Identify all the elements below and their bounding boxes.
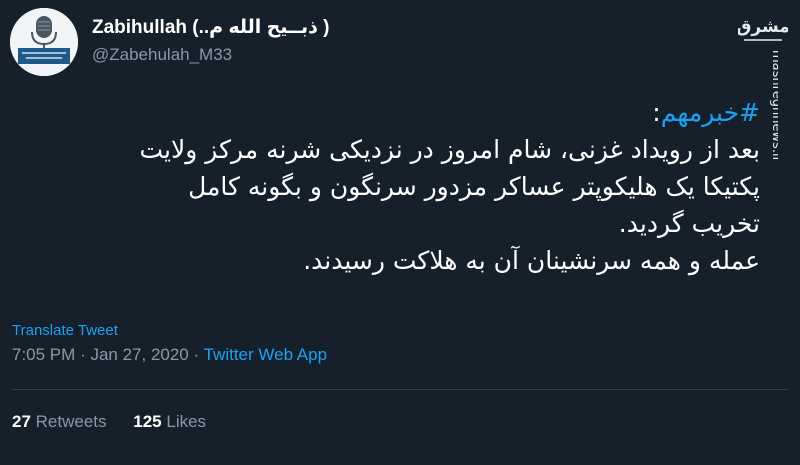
tweet-time[interactable]: 7:05 PM bbox=[12, 345, 75, 364]
hashtag-link[interactable]: #خبرمهم bbox=[661, 98, 760, 127]
tweet-text: #خبرمهم: بعد از رویداد غزنی، شام امروز د… bbox=[40, 94, 761, 279]
author-display-name[interactable]: Zabihullah (..ذبــیح الله م ) bbox=[92, 16, 330, 39]
svg-text:mashreghnews.ir: mashreghnews.ir bbox=[769, 50, 778, 163]
hashtag-suffix: : bbox=[652, 98, 661, 127]
tweet-hashtag-line: #خبرمهم: bbox=[40, 94, 760, 131]
meta-separator: · bbox=[80, 345, 86, 364]
tweet-text-line: تخریب گردید. bbox=[618, 209, 760, 238]
tweet-date[interactable]: Jan 27, 2020 bbox=[90, 345, 188, 364]
retweets-count: 27 bbox=[12, 412, 31, 431]
mashregh-url-watermark: mashreghnews.ir bbox=[760, 50, 778, 380]
divider bbox=[12, 389, 788, 390]
tweet-text-line: پکتیکا یک هلیکوپتر عساکر مزدور سرنگون و … bbox=[188, 172, 760, 201]
retweets-stat[interactable]: 27 Retweets bbox=[12, 412, 107, 432]
tweet-text-line: بعد از رویداد غزنی، شام امروز در نزدیکی … bbox=[139, 135, 761, 164]
mashregh-logo-watermark: مشرق bbox=[736, 8, 790, 48]
avatar[interactable] bbox=[10, 8, 78, 76]
podcast-microphone-icon bbox=[10, 8, 78, 76]
tweet-text-line: عمله و همه سرنشینان آن به هلاکت رسیدند. bbox=[303, 246, 760, 275]
svg-text:مشرق: مشرق bbox=[738, 17, 788, 37]
tweet-source-link[interactable]: Twitter Web App bbox=[204, 345, 327, 364]
likes-count: 125 bbox=[133, 412, 162, 431]
likes-stat[interactable]: 125 Likes bbox=[133, 412, 206, 432]
translate-tweet-link[interactable]: Translate Tweet bbox=[12, 322, 118, 339]
retweets-label: Retweets bbox=[35, 412, 107, 431]
tweet-card: Zabihullah (..ذبــیح الله م ) @Zabehulah… bbox=[0, 0, 800, 465]
author-handle[interactable]: @Zabehulah_M33 bbox=[92, 45, 232, 65]
meta-separator: · bbox=[193, 345, 200, 364]
tweet-meta: 7:05 PM · Jan 27, 2020 · Twitter Web App bbox=[12, 345, 327, 365]
tweet-stats: 27 Retweets 125 Likes bbox=[12, 412, 206, 432]
likes-label: Likes bbox=[166, 412, 207, 431]
